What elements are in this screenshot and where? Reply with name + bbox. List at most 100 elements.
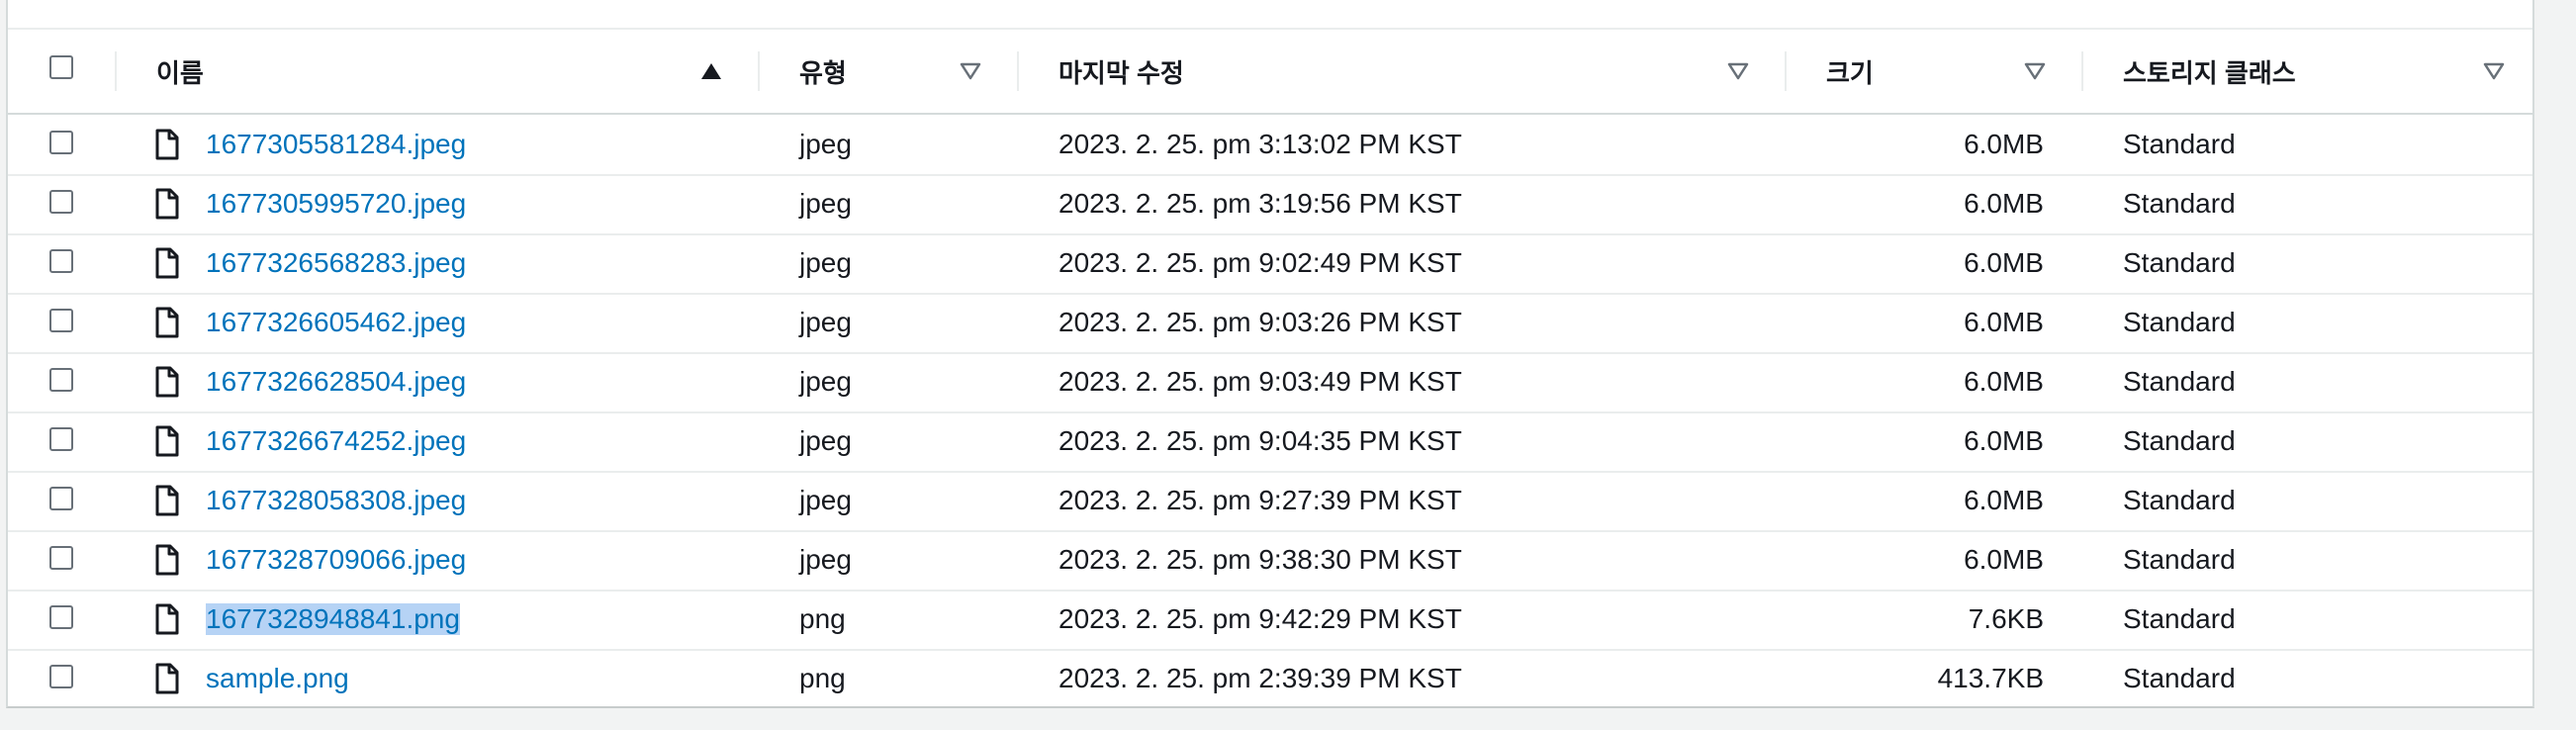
object-type: jpeg (799, 129, 852, 159)
table-row[interactable]: sample.png png 2023. 2. 25. pm 2:39:39 PM … (8, 649, 2532, 706)
row-checkbox[interactable] (49, 665, 73, 688)
object-size: 413.7KB (1937, 663, 2044, 693)
object-storage-class: Standard (2123, 603, 2236, 634)
row-checkbox[interactable] (49, 190, 73, 214)
table-body: 1677305581284.jpeg jpeg 2023. 2. 25. pm 3:… (8, 115, 2532, 706)
row-checkbox[interactable] (49, 368, 73, 392)
object-size: 6.0MB (1964, 366, 2044, 397)
triangle-down-outline-icon[interactable] (2483, 30, 2505, 113)
row-checkbox[interactable] (49, 131, 73, 154)
object-last-modified: 2023. 2. 25. pm 3:13:02 PM KST (1058, 129, 1462, 159)
object-storage-class: Standard (2123, 425, 2236, 456)
object-last-modified: 2023. 2. 25. pm 9:02:49 PM KST (1058, 247, 1462, 278)
triangle-down-outline-icon[interactable] (2024, 30, 2046, 113)
object-size: 6.0MB (1964, 188, 2044, 219)
row-checkbox[interactable] (49, 605, 73, 629)
object-type: jpeg (799, 307, 852, 337)
row-checkbox[interactable] (49, 487, 73, 510)
object-name-link[interactable]: 1677326628504.jpeg (206, 366, 466, 398)
object-name-link[interactable]: 1677326568283.jpeg (206, 247, 466, 279)
object-type: png (799, 603, 846, 634)
row-checkbox[interactable] (49, 546, 73, 570)
column-divider (2081, 51, 2083, 91)
object-size: 6.0MB (1964, 307, 2044, 337)
object-name-link[interactable]: 1677328058308.jpeg (206, 485, 466, 516)
object-name-link[interactable]: 1677328709066.jpeg (206, 544, 466, 576)
column-header-size[interactable]: 크기 (1826, 30, 1874, 113)
object-storage-class: Standard (2123, 129, 2236, 159)
file-icon (154, 307, 180, 345)
object-type: jpeg (799, 425, 852, 456)
object-size: 6.0MB (1964, 425, 2044, 456)
file-icon (154, 485, 180, 523)
table-row[interactable]: 1677305995720.jpeg jpeg 2023. 2. 25. pm 3:… (8, 174, 2532, 235)
object-storage-class: Standard (2123, 307, 2236, 337)
table-row[interactable]: 1677328058308.jpeg jpeg 2023. 2. 25. pm 9:… (8, 471, 2532, 532)
object-last-modified: 2023. 2. 25. pm 9:42:29 PM KST (1058, 603, 1462, 634)
file-icon (154, 663, 180, 701)
object-size: 7.6KB (1968, 603, 2044, 634)
column-divider (115, 51, 117, 91)
column-divider (1017, 51, 1019, 91)
file-icon (154, 603, 180, 642)
file-icon (154, 247, 180, 286)
object-storage-class: Standard (2123, 663, 2236, 693)
object-last-modified: 2023. 2. 25. pm 2:39:39 PM KST (1058, 663, 1462, 693)
file-icon (154, 425, 180, 464)
object-name-link[interactable]: 1677328948841.png (206, 603, 460, 635)
table-row[interactable]: 1677305581284.jpeg jpeg 2023. 2. 25. pm 3:… (8, 115, 2532, 176)
object-last-modified: 2023. 2. 25. pm 3:19:56 PM KST (1058, 188, 1462, 219)
object-last-modified: 2023. 2. 25. pm 9:03:26 PM KST (1058, 307, 1462, 337)
object-type: jpeg (799, 544, 852, 575)
object-size: 6.0MB (1964, 129, 2044, 159)
row-checkbox[interactable] (49, 309, 73, 332)
object-last-modified: 2023. 2. 25. pm 9:27:39 PM KST (1058, 485, 1462, 515)
column-header-name[interactable]: 이름 (156, 30, 204, 113)
triangle-down-outline-icon[interactable] (1727, 30, 1749, 113)
object-last-modified: 2023. 2. 25. pm 9:04:35 PM KST (1058, 425, 1462, 456)
row-checkbox[interactable] (49, 427, 73, 451)
object-name-link[interactable]: sample.png (206, 663, 349, 694)
table-row[interactable]: 1677326605462.jpeg jpeg 2023. 2. 25. pm 9:… (8, 293, 2532, 354)
object-type: jpeg (799, 485, 852, 515)
object-storage-class: Standard (2123, 366, 2236, 397)
object-storage-class: Standard (2123, 544, 2236, 575)
table-row[interactable]: 1677328709066.jpeg jpeg 2023. 2. 25. pm 9:… (8, 530, 2532, 592)
file-icon (154, 366, 180, 405)
object-storage-class: Standard (2123, 188, 2236, 219)
column-header-modified[interactable]: 마지막 수정 (1058, 30, 1184, 113)
file-icon (154, 188, 180, 227)
object-type: jpeg (799, 188, 852, 219)
object-storage-class: Standard (2123, 247, 2236, 278)
objects-table-panel: 이름 유형 마지막 수정 크기 스토리지 클래스 1677305581284.j… (6, 0, 2534, 708)
row-checkbox[interactable] (49, 249, 73, 273)
table-row[interactable]: 1677326674252.jpeg jpeg 2023. 2. 25. pm 9:… (8, 411, 2532, 473)
object-name-link[interactable]: 1677305581284.jpeg (206, 129, 466, 160)
file-icon (154, 544, 180, 583)
object-name-link[interactable]: 1677326605462.jpeg (206, 307, 466, 338)
object-name-link[interactable]: 1677326674252.jpeg (206, 425, 466, 457)
object-size: 6.0MB (1964, 247, 2044, 278)
object-type: jpeg (799, 366, 852, 397)
object-size: 6.0MB (1964, 485, 2044, 515)
column-divider (1785, 51, 1787, 91)
object-last-modified: 2023. 2. 25. pm 9:03:49 PM KST (1058, 366, 1462, 397)
triangle-down-outline-icon[interactable] (960, 30, 981, 113)
table-row[interactable]: 1677328948841.png png 2023. 2. 25. pm 9:42… (8, 590, 2532, 651)
table-row[interactable]: 1677326628504.jpeg jpeg 2023. 2. 25. pm 9:… (8, 352, 2532, 413)
object-storage-class: Standard (2123, 485, 2236, 515)
select-all-checkbox[interactable] (49, 55, 73, 79)
table-row[interactable]: 1677326568283.jpeg jpeg 2023. 2. 25. pm 9:… (8, 233, 2532, 295)
object-last-modified: 2023. 2. 25. pm 9:38:30 PM KST (1058, 544, 1462, 575)
table-top-strip (8, 0, 2532, 30)
file-icon (154, 129, 180, 167)
column-divider (758, 51, 760, 91)
object-size: 6.0MB (1964, 544, 2044, 575)
table-header: 이름 유형 마지막 수정 크기 스토리지 클래스 (8, 30, 2532, 115)
object-name-link[interactable]: 1677305995720.jpeg (206, 188, 466, 220)
triangle-up-icon[interactable] (700, 30, 722, 113)
column-header-type[interactable]: 유형 (799, 30, 847, 113)
object-type: png (799, 663, 846, 693)
column-header-storage-class[interactable]: 스토리지 클래스 (2123, 30, 2296, 113)
object-type: jpeg (799, 247, 852, 278)
